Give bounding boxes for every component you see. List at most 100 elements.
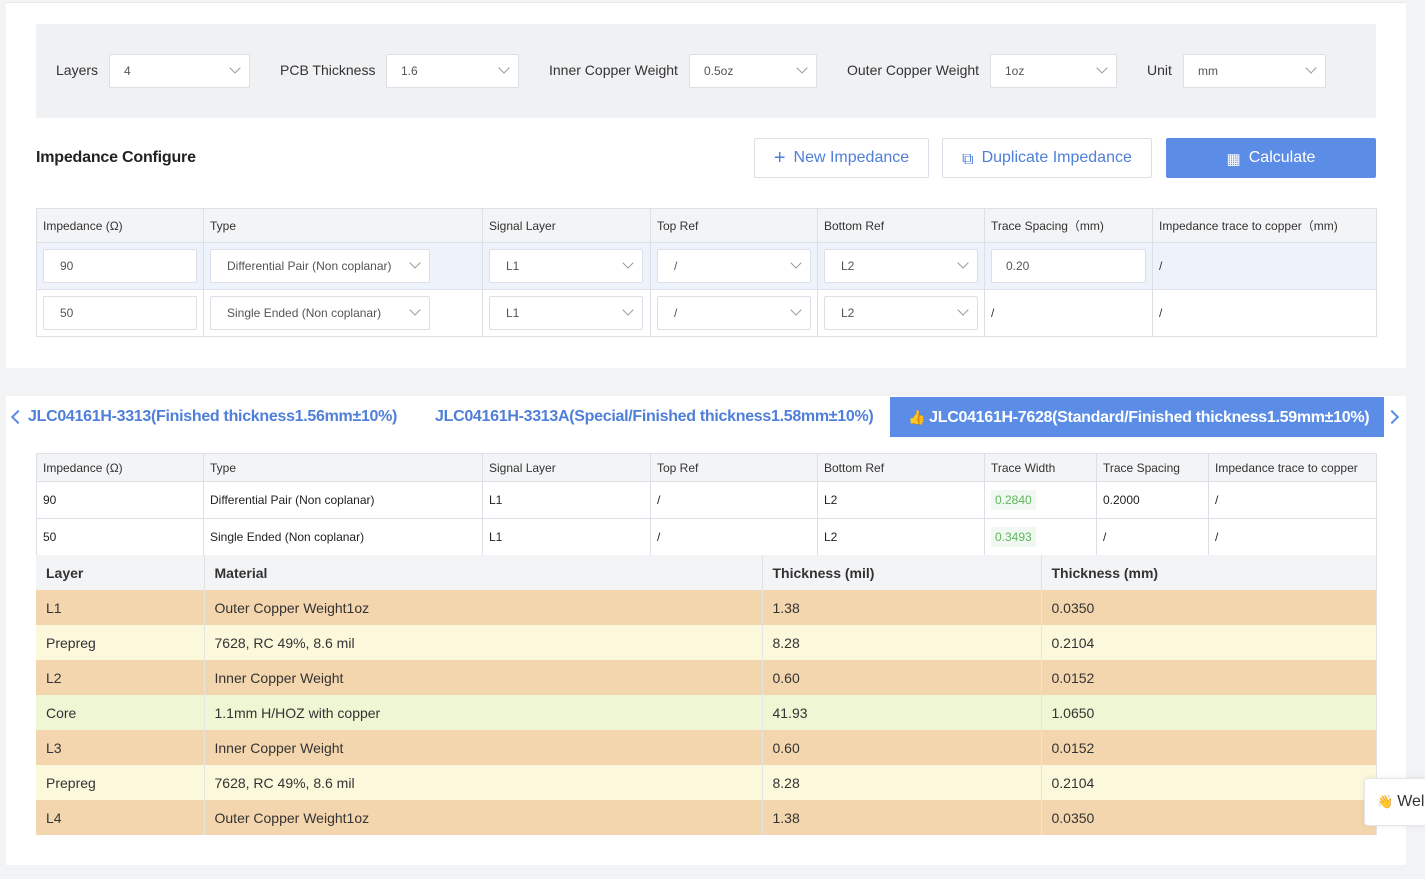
impedance-configure-title: Impedance Configure xyxy=(36,149,196,166)
type-value: Differential Pair (Non coplanar) xyxy=(227,259,392,273)
table-cell: L3 xyxy=(36,730,205,765)
table-cell: Inner Copper Weight xyxy=(204,730,763,765)
column-header: Bottom Ref xyxy=(817,453,985,482)
stackup-tabs: JLC04161H-3313(Finished thickness1.56mm±… xyxy=(6,397,1406,437)
welcome-text: Wel xyxy=(1397,793,1425,810)
impedance-input[interactable]: 90 xyxy=(43,249,197,283)
table-cell: L1 xyxy=(36,590,205,625)
table-cell: / xyxy=(1208,481,1377,519)
bottom-ref-select[interactable]: L2 xyxy=(824,249,978,283)
table-cell: Outer Copper Weight1oz xyxy=(204,800,763,835)
tab-stackup-3313[interactable]: JLC04161H-3313(Finished thickness1.56mm±… xyxy=(28,397,397,437)
pcb-thickness-select[interactable]: 1.6 xyxy=(386,54,519,88)
tab-stackup-3313a[interactable]: JLC04161H-3313A(Special/Finished thickne… xyxy=(435,397,874,437)
chevron-down-icon xyxy=(796,62,808,74)
unit-label: Unit xyxy=(1147,62,1172,78)
column-header: Thickness (mm) xyxy=(1041,555,1377,590)
stackup-row: L4 Outer Copper Weight1oz 1.38 0.0350 xyxy=(36,800,1377,835)
type-select[interactable]: Single Ended (Non coplanar) xyxy=(210,296,430,330)
signal-layer-select[interactable]: L1 xyxy=(489,249,643,283)
trace-width-value: 0.3493 xyxy=(991,527,1036,547)
impedance-input[interactable]: 50 xyxy=(43,296,197,330)
copy-icon: ⧉ xyxy=(962,151,974,168)
chevron-down-icon xyxy=(622,257,634,269)
outer-copper-select[interactable]: 1oz xyxy=(990,54,1117,88)
new-impedance-button[interactable]: + New Impedance xyxy=(754,138,929,178)
chevron-down-icon xyxy=(790,304,802,316)
column-header: Signal Layer xyxy=(482,453,651,482)
table-cell: Outer Copper Weight1oz xyxy=(204,590,763,625)
column-header: Layer xyxy=(36,555,205,590)
impedance-value: 90 xyxy=(60,259,74,273)
bottom-ref-value: L2 xyxy=(841,306,855,320)
tab-label: JLC04161H-7628(Standard/Finished thickne… xyxy=(929,409,1370,426)
stackup-row: L1 Outer Copper Weight1oz 1.38 0.0350 xyxy=(36,590,1377,625)
impedance-config-table: Impedance (Ω) Type Signal Layer Top Ref … xyxy=(36,208,1377,337)
signal-layer-value: L1 xyxy=(506,306,520,320)
chevron-right-icon[interactable] xyxy=(1384,409,1400,425)
trace-width-value: 0.2840 xyxy=(991,490,1036,510)
table-cell: Prepreg xyxy=(36,625,205,660)
table-cell: 8.28 xyxy=(762,625,1042,660)
unit-select[interactable]: mm xyxy=(1183,54,1326,88)
stackup-row: Prepreg 7628, RC 49%, 8.6 mil 8.28 0.210… xyxy=(36,625,1377,660)
table-cell: 7628, RC 49%, 8.6 mil xyxy=(204,625,763,660)
table-cell: 0.2000 xyxy=(1096,481,1209,519)
table-cell: 0.0152 xyxy=(1041,660,1377,695)
inner-copper-label: Inner Copper Weight xyxy=(549,62,678,78)
waving-hand-icon: 👋 xyxy=(1377,794,1394,809)
column-header: Impedance (Ω) xyxy=(36,208,204,243)
table-cell: / xyxy=(1208,518,1377,556)
chevron-left-icon[interactable] xyxy=(10,409,26,425)
plus-icon: + xyxy=(773,147,786,169)
column-header: Thickness (mil) xyxy=(762,555,1042,590)
column-header: Impedance trace to copper（mm) xyxy=(1152,208,1377,243)
stackup-row: L3 Inner Copper Weight 0.60 0.0152 xyxy=(36,730,1377,765)
chevron-down-icon xyxy=(498,62,510,74)
stackup-row: L2 Inner Copper Weight 0.60 0.0152 xyxy=(36,660,1377,695)
table-row: 50 Single Ended (Non coplanar) L1 / L2 /… xyxy=(36,289,1377,337)
inner-copper-select[interactable]: 0.5oz xyxy=(689,54,817,88)
table-cell: 0.0152 xyxy=(1041,730,1377,765)
calculate-button[interactable]: ▦ Calculate xyxy=(1166,138,1376,178)
top-ref-select[interactable]: / xyxy=(657,249,811,283)
welcome-chat-widget[interactable]: 👋 Wel xyxy=(1364,778,1425,826)
table-cell: L2 xyxy=(36,660,205,695)
table-cell: 1.38 xyxy=(762,590,1042,625)
bottom-ref-value: L2 xyxy=(841,259,855,273)
layers-select[interactable]: 4 xyxy=(109,54,250,88)
column-header: Type xyxy=(203,453,483,482)
trace-spacing-input[interactable]: 0.20 xyxy=(991,249,1146,283)
column-header: Top Ref xyxy=(650,208,818,243)
outer-copper-value: 1oz xyxy=(1005,64,1025,78)
table-cell: Prepreg xyxy=(36,765,205,800)
table-cell: 0.60 xyxy=(762,660,1042,695)
duplicate-impedance-button[interactable]: ⧉ Duplicate Impedance xyxy=(942,138,1152,178)
table-cell: L1 xyxy=(482,481,651,519)
chevron-down-icon xyxy=(622,304,634,316)
table-cell: Inner Copper Weight xyxy=(204,660,763,695)
table-cell: 0.2104 xyxy=(1041,765,1377,800)
table-cell: L4 xyxy=(36,800,205,835)
table-header-row: Impedance (Ω) Type Signal Layer Top Ref … xyxy=(36,453,1377,482)
table-cell: / xyxy=(1096,518,1209,556)
column-header: Material xyxy=(204,555,763,590)
column-header: Signal Layer xyxy=(482,208,651,243)
top-ref-select[interactable]: / xyxy=(657,296,811,330)
outer-copper-label: Outer Copper Weight xyxy=(847,62,980,78)
table-row: 90 Differential Pair (Non coplanar) L1 /… xyxy=(36,242,1377,290)
column-header: Trace Spacing xyxy=(1096,453,1209,482)
table-cell: 41.93 xyxy=(762,695,1042,730)
tab-stackup-7628[interactable]: 👍 JLC04161H-7628(Standard/Finished thickn… xyxy=(890,397,1384,437)
bottom-ref-select[interactable]: L2 xyxy=(824,296,978,330)
table-cell: 0.0350 xyxy=(1041,590,1377,625)
table-cell: 8.28 xyxy=(762,765,1042,800)
chevron-down-icon xyxy=(790,257,802,269)
column-header: Impedance trace to copper xyxy=(1208,453,1377,482)
calculator-icon: ▦ xyxy=(1226,151,1241,168)
type-select[interactable]: Differential Pair (Non coplanar) xyxy=(210,249,430,283)
chevron-down-icon xyxy=(229,62,241,74)
signal-layer-select[interactable]: L1 xyxy=(489,296,643,330)
table-cell: L2 xyxy=(817,481,985,519)
table-cell: / xyxy=(650,481,818,519)
